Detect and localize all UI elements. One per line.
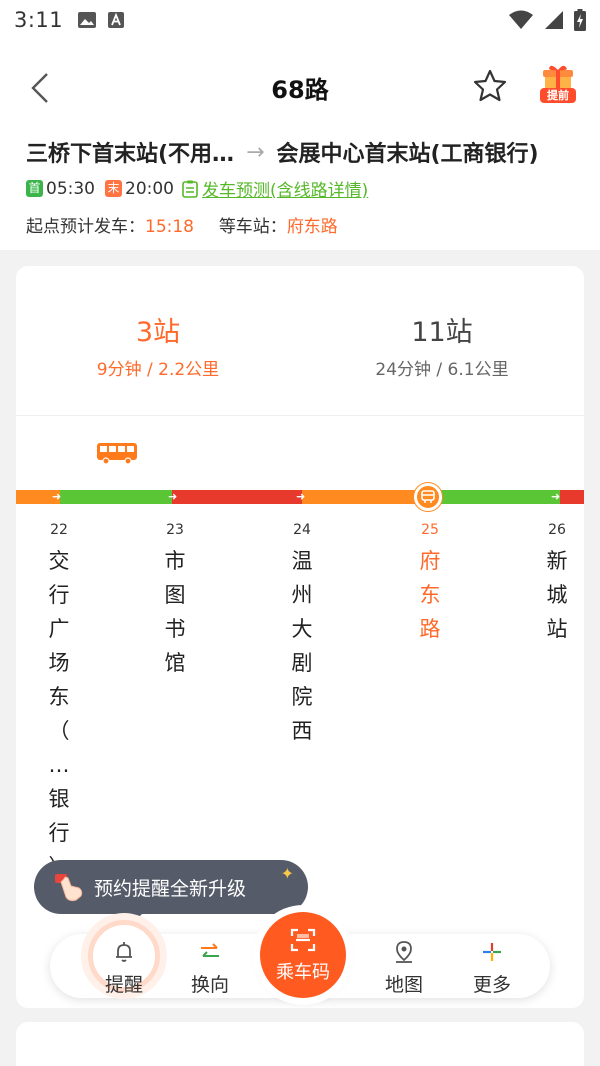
route-track: ➜ ➜ ➜ ➜	[16, 490, 584, 504]
ride-code-label: 乘车码	[276, 962, 330, 983]
image-icon	[78, 12, 97, 28]
line-card: 3站 9分钟 / 2.2公里 11站 24分钟 / 6.1公里 ➜ ➜ ➜ ➜	[16, 266, 584, 1008]
map-button[interactable]: 地图	[374, 940, 434, 997]
depart-label: 起点预计发车：	[26, 217, 145, 237]
scan-icon	[290, 928, 316, 952]
station-name: 新城站	[546, 549, 568, 641]
route-from: 三桥下首末站(不用…	[26, 142, 235, 167]
battery-icon	[574, 9, 586, 31]
route-arrow: →	[246, 139, 265, 165]
time-line: 首 05:30 末 20:00 发车预测(含线路详情)	[26, 176, 368, 201]
station-26[interactable]: 26 新城站	[537, 522, 577, 646]
next-card	[16, 1022, 584, 1066]
pointing-hand-icon	[55, 874, 83, 902]
wifi-icon	[509, 10, 533, 29]
station-number: 24	[293, 522, 311, 538]
more-button[interactable]: 更多	[462, 940, 522, 997]
depart-line: 起点预计发车：15:18 等车站：府东路	[26, 212, 338, 237]
arrivals: 3站 9分钟 / 2.2公里 11站 24分钟 / 6.1公里	[16, 266, 584, 416]
first-bus-badge: 首	[26, 180, 43, 197]
line-diagram[interactable]: ➜ ➜ ➜ ➜ 22 交行广场东（…银行） 23 市图书馆 24 温州大剧院西	[16, 416, 584, 1008]
gift-label: 提前	[540, 88, 576, 103]
station-23[interactable]: 23 市图书馆	[155, 522, 195, 680]
gift-button[interactable]: 提前	[538, 64, 578, 106]
reverse-button[interactable]: 换向	[180, 940, 240, 997]
map-label: 地图	[384, 974, 423, 996]
direction-arrow-icon: ➜	[52, 490, 62, 503]
direction-arrow-icon: ➜	[551, 490, 561, 503]
route-to: 会展中心首末站(工商银行)	[276, 142, 539, 167]
remind-button[interactable]: 提醒	[94, 940, 154, 997]
station-number: 22	[50, 522, 68, 538]
swap-direction-icon	[201, 943, 219, 957]
chevron-left-icon	[31, 73, 48, 103]
station-25[interactable]: 25 府东路	[410, 522, 450, 646]
route-line: 三桥下首末站(不用… → 会展中心首末站(工商银行)	[26, 136, 586, 168]
clipboard-icon	[182, 180, 198, 198]
reminder-tooltip[interactable]: 预约提醒全新升级 ✦	[34, 860, 308, 924]
station-number: 23	[166, 522, 184, 538]
bus-stop-icon	[421, 490, 435, 503]
arrival-following[interactable]: 11站 24分钟 / 6.1公里	[300, 310, 584, 380]
more-label: 更多	[472, 974, 511, 996]
last-bus-time: 20:00	[125, 178, 174, 199]
remind-label: 提醒	[104, 974, 143, 996]
back-button[interactable]	[22, 68, 58, 108]
forecast-link[interactable]: 发车预测(含线路详情)	[202, 176, 368, 201]
favorite-button[interactable]	[472, 68, 510, 106]
arrival-stops: 11站	[411, 317, 473, 348]
direction-arrow-icon: ➜	[296, 490, 306, 503]
station-name: 市图书馆	[164, 549, 186, 675]
ride-code-button[interactable]: 乘车码	[260, 912, 346, 998]
track-segment	[60, 490, 172, 504]
reverse-label: 换向	[190, 974, 229, 996]
more-plus-icon	[483, 943, 501, 961]
wait-label: 等车站：	[218, 217, 287, 237]
map-pin-icon	[396, 941, 412, 963]
page-title: 68路	[271, 76, 329, 104]
track-segment	[428, 490, 560, 504]
bus-position-icon	[96, 442, 140, 470]
station-number: 25	[421, 522, 439, 538]
station-name: 府东路	[419, 549, 441, 641]
track-segment	[302, 490, 428, 504]
nav-bar: 68路 提前	[0, 40, 600, 130]
sparkle-icon: ✦	[280, 864, 294, 883]
wait-station[interactable]: 府东路	[287, 217, 338, 237]
tooltip-text: 预约提醒全新升级	[94, 877, 247, 900]
arrival-detail: 24分钟 / 6.1公里	[375, 360, 509, 380]
station-name: 交行广场东（…银行）	[48, 549, 70, 879]
arrival-stops: 3站	[135, 317, 181, 348]
current-station-marker	[414, 483, 442, 511]
bell-icon	[116, 942, 132, 962]
direction-arrow-icon: ➜	[168, 490, 178, 503]
station-name: 温州大剧院西	[291, 549, 313, 743]
station-number: 26	[548, 522, 566, 538]
font-icon	[108, 12, 125, 28]
bus-icon	[97, 443, 137, 465]
track-segment	[172, 490, 302, 504]
arrival-detail: 9分钟 / 2.2公里	[96, 360, 220, 380]
star-icon	[473, 69, 507, 102]
status-bar: 3:11	[0, 0, 600, 40]
depart-time: 15:18	[145, 217, 194, 237]
last-bus-badge: 末	[105, 180, 122, 197]
track-segment	[560, 490, 584, 504]
bottom-toolbar: 提醒 换向 乘车码 地图 更多	[50, 912, 550, 998]
station-22[interactable]: 22 交行广场东（…银行）	[39, 522, 79, 884]
station-24[interactable]: 24 温州大剧院西	[282, 522, 322, 748]
signal-icon	[545, 11, 563, 29]
status-time: 3:11	[14, 8, 64, 32]
header: 68路 提前 三桥下首末站(不用… → 会展中心首末站(工商银行) 首 05:3…	[0, 40, 600, 250]
arrival-next[interactable]: 3站 9分钟 / 2.2公里	[16, 310, 300, 380]
first-bus-time: 05:30	[46, 178, 95, 199]
